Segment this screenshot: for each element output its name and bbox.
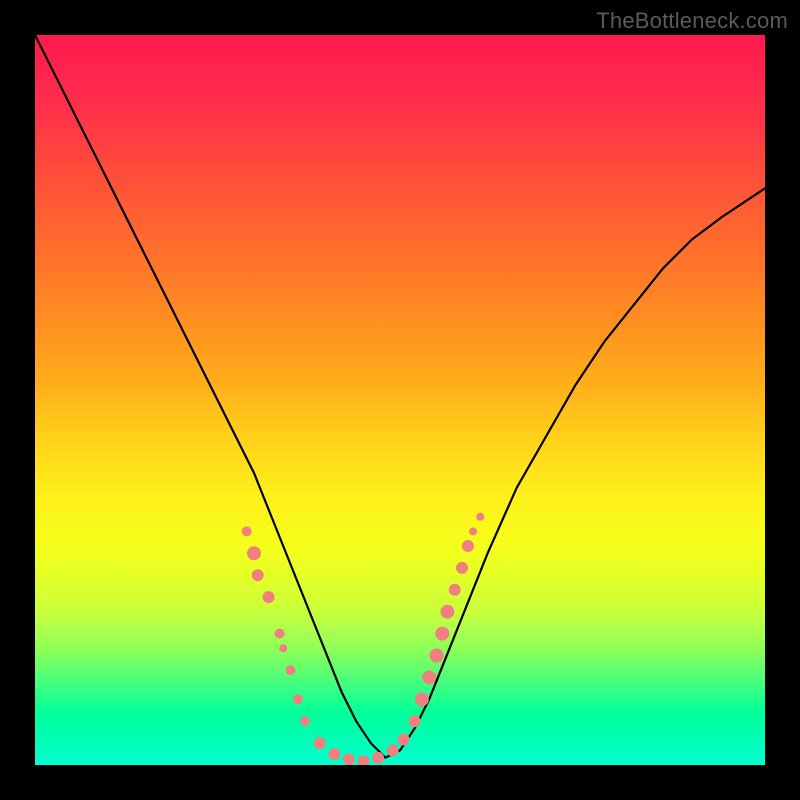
scatter-point bbox=[430, 649, 444, 663]
scatter-point bbox=[449, 584, 461, 596]
scatter-point bbox=[286, 665, 296, 675]
scatter-point bbox=[440, 605, 454, 619]
scatter-point bbox=[300, 716, 310, 726]
scatter-point bbox=[372, 752, 384, 764]
scatter-points bbox=[242, 513, 485, 765]
scatter-point bbox=[435, 627, 449, 641]
scatter-point bbox=[247, 546, 261, 560]
scatter-point bbox=[409, 715, 421, 727]
scatter-point bbox=[252, 569, 264, 581]
scatter-point bbox=[469, 527, 477, 535]
scatter-point bbox=[398, 734, 410, 746]
watermark-text: TheBottleneck.com bbox=[596, 8, 788, 34]
scatter-point bbox=[293, 694, 303, 704]
scatter-point bbox=[476, 513, 484, 521]
chart-frame: TheBottleneck.com bbox=[0, 0, 800, 800]
scatter-point bbox=[422, 670, 436, 684]
bottleneck-curve bbox=[35, 35, 765, 758]
scatter-point bbox=[462, 540, 474, 552]
scatter-point bbox=[314, 737, 326, 749]
scatter-point bbox=[358, 755, 370, 765]
scatter-point bbox=[275, 629, 285, 639]
scatter-point bbox=[242, 526, 252, 536]
scatter-point bbox=[279, 644, 287, 652]
chart-overlay bbox=[35, 35, 765, 765]
scatter-point bbox=[263, 591, 275, 603]
scatter-point bbox=[415, 692, 429, 706]
scatter-point bbox=[456, 562, 468, 574]
scatter-point bbox=[387, 744, 399, 756]
scatter-point bbox=[343, 753, 355, 765]
scatter-point bbox=[328, 748, 340, 760]
